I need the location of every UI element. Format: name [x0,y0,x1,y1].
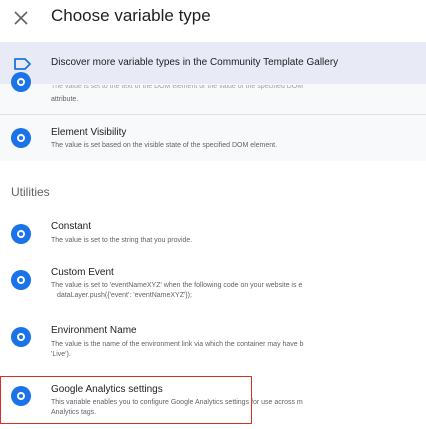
variable-type-icon [11,224,31,244]
partial-item-description-end: attribute. [51,96,79,103]
variable-type-title: Google Analytics settings [51,384,163,395]
variable-type-title: Environment Name [51,325,137,336]
partial-variable-item[interactable]: The value is set to the text of the DOM … [0,72,426,114]
variable-type-description: The value is set to 'eventNameXYZ' when … [51,282,303,299]
variable-type-title: Element Visibility [51,127,127,138]
variable-type-icon [11,72,31,92]
variable-type-icon [11,128,31,148]
section-heading-utilities: Utilities [11,185,50,199]
variable-type-description: This variable enables you to configure G… [51,399,303,416]
panel-header: Choose variable type [0,0,426,36]
variable-type-description: The value is the name of the environment… [51,341,304,358]
variable-type-google-analytics-settings[interactable]: Google Analytics settings This variable … [0,378,426,424]
variable-type-title: Custom Event [51,267,114,278]
choose-variable-type-panel: Choose variable type Discover more varia… [0,0,426,429]
close-button[interactable] [9,6,33,30]
panel-title: Choose variable type [51,6,211,25]
variable-type-icon [11,386,31,406]
community-template-gallery-link[interactable]: Discover more variable types in the Comm… [0,42,426,84]
gallery-link-label: Discover more variable types in the Comm… [51,57,339,68]
variable-type-environment-name[interactable]: Environment Name The value is the name o… [0,320,426,368]
partial-item-description: The value is set to the text of the DOM … [51,85,304,90]
variable-type-constant[interactable]: Constant The value is set to the string … [0,214,426,254]
variable-type-description: The value is set to the string that you … [51,237,193,244]
variable-type-icon [11,270,31,290]
tag-icon [14,58,31,70]
close-icon [14,11,28,25]
variable-type-description: The value is set based on the visible st… [51,142,278,149]
variable-type-element-visibility[interactable]: Element Visibility The value is set base… [0,115,426,161]
variable-type-title: Constant [51,221,92,232]
variable-type-icon [11,327,31,347]
variable-type-custom-event[interactable]: Custom Event The value is set to 'eventN… [0,262,426,310]
